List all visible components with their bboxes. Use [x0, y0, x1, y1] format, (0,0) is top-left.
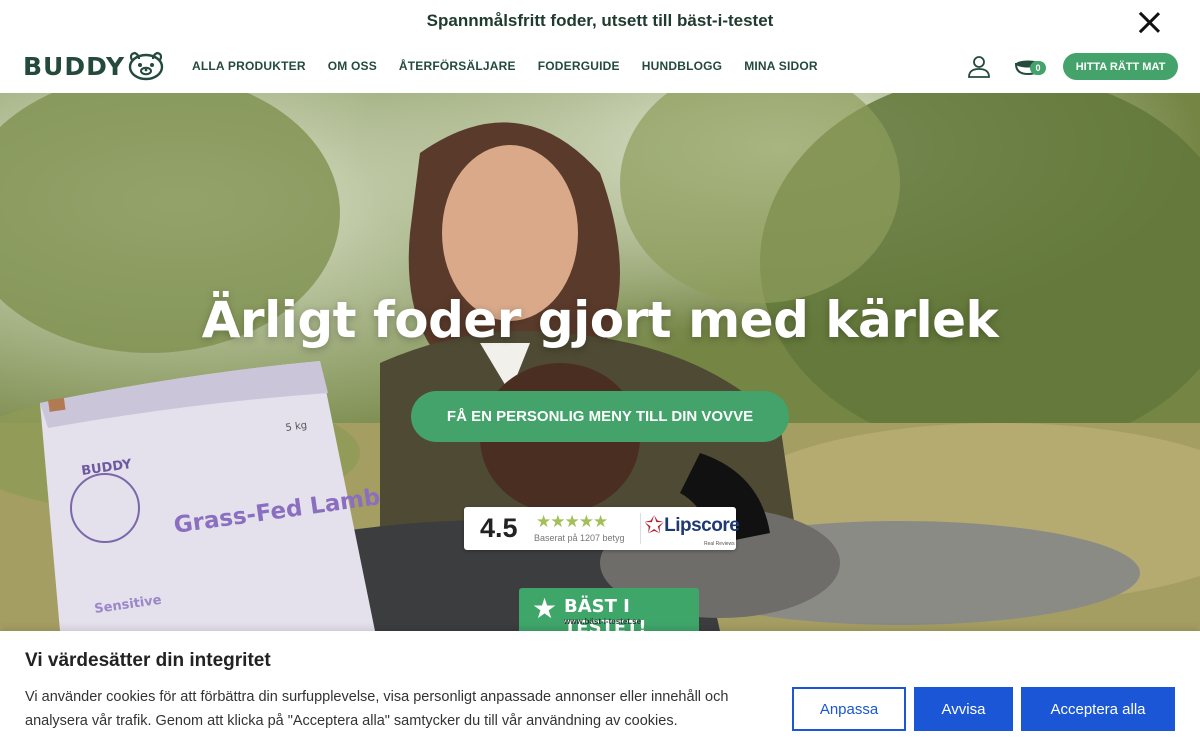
lipscore-logo: ✩ Lipscore	[644, 512, 740, 539]
personal-menu-button[interactable]: FÅ EN PERSONLIG MENY TILL DIN VOVVE	[411, 391, 789, 442]
cookie-customize-button[interactable]: Anpassa	[792, 687, 906, 731]
nav-item-all-products[interactable]: ALLA PRODUKTER	[192, 59, 306, 73]
dog-logo-icon	[128, 51, 164, 81]
nav-item-about[interactable]: OM OSS	[328, 59, 377, 73]
announcement-text: Spannmålsfritt foder, utsett till bäst-i…	[426, 11, 774, 30]
hero-photo: BUDDY 5 kg Grass-Fed Lamb Sensitive	[0, 93, 1200, 631]
logo-text: BUDDY	[23, 51, 126, 81]
nav-links: ALLA PRODUKTER OM OSS ÅTERFÖRSÄLJARE FOD…	[192, 59, 840, 73]
find-food-button[interactable]: HITTA RÄTT MAT	[1063, 53, 1178, 80]
hero-banner: BUDDY 5 kg Grass-Fed Lamb Sensitive Ärli…	[0, 93, 1200, 631]
cart-count-badge: 0	[1030, 61, 1046, 75]
lipscore-tagline: Real Reviews	[704, 541, 735, 547]
nav-item-food-guide[interactable]: FODERGUIDE	[538, 59, 620, 73]
badge-url: www.bäst-i-testet.se	[564, 617, 642, 626]
nav-item-dog-blog[interactable]: HUNDBLOGG	[642, 59, 722, 73]
user-icon[interactable]	[967, 54, 991, 78]
best-in-test-badge[interactable]: ★ BÄST I TESTET! www.bäst-i-testet.se	[519, 588, 699, 631]
rating-count: Baserat på 1207 betyg	[534, 533, 625, 543]
rating-widget[interactable]: 4.5 ★★★★★ Baserat på 1207 betyg ✩ Lipsco…	[464, 507, 740, 550]
badge-star-icon: ★	[532, 593, 558, 624]
cookie-reject-button[interactable]: Avvisa	[914, 687, 1013, 731]
nav-item-retailers[interactable]: ÅTERFÖRSÄLJARE	[399, 59, 516, 73]
announcement-bar: Spannmålsfritt foder, utsett till bäst-i…	[0, 0, 1200, 42]
hero-title: Ärligt foder gjort med kärlek	[201, 291, 999, 349]
lipscore-text: Lipscore	[664, 515, 740, 536]
rating-score: 4.5	[480, 513, 518, 543]
rating-divider	[640, 513, 641, 544]
cookie-text: Vi använder cookies för att förbättra di…	[25, 689, 729, 729]
cookie-banner: Vi värdesätter din integritet Vi använde…	[0, 631, 1200, 750]
nav-item-my-pages[interactable]: MINA SIDOR	[744, 59, 818, 73]
main-navigation: BUDDY ALLA PRODUKTER OM OSS ÅTERFÖRSÄLJA…	[0, 42, 1200, 93]
logo[interactable]: BUDDY	[23, 50, 165, 82]
lipscore-star-icon: ✩	[644, 512, 665, 539]
cookie-title: Vi värdesätter din integritet	[25, 650, 271, 671]
rating-stars-icon: ★★★★★	[536, 512, 608, 531]
close-icon[interactable]	[1138, 11, 1160, 33]
cookie-accept-all-button[interactable]: Acceptera alla	[1021, 687, 1175, 731]
